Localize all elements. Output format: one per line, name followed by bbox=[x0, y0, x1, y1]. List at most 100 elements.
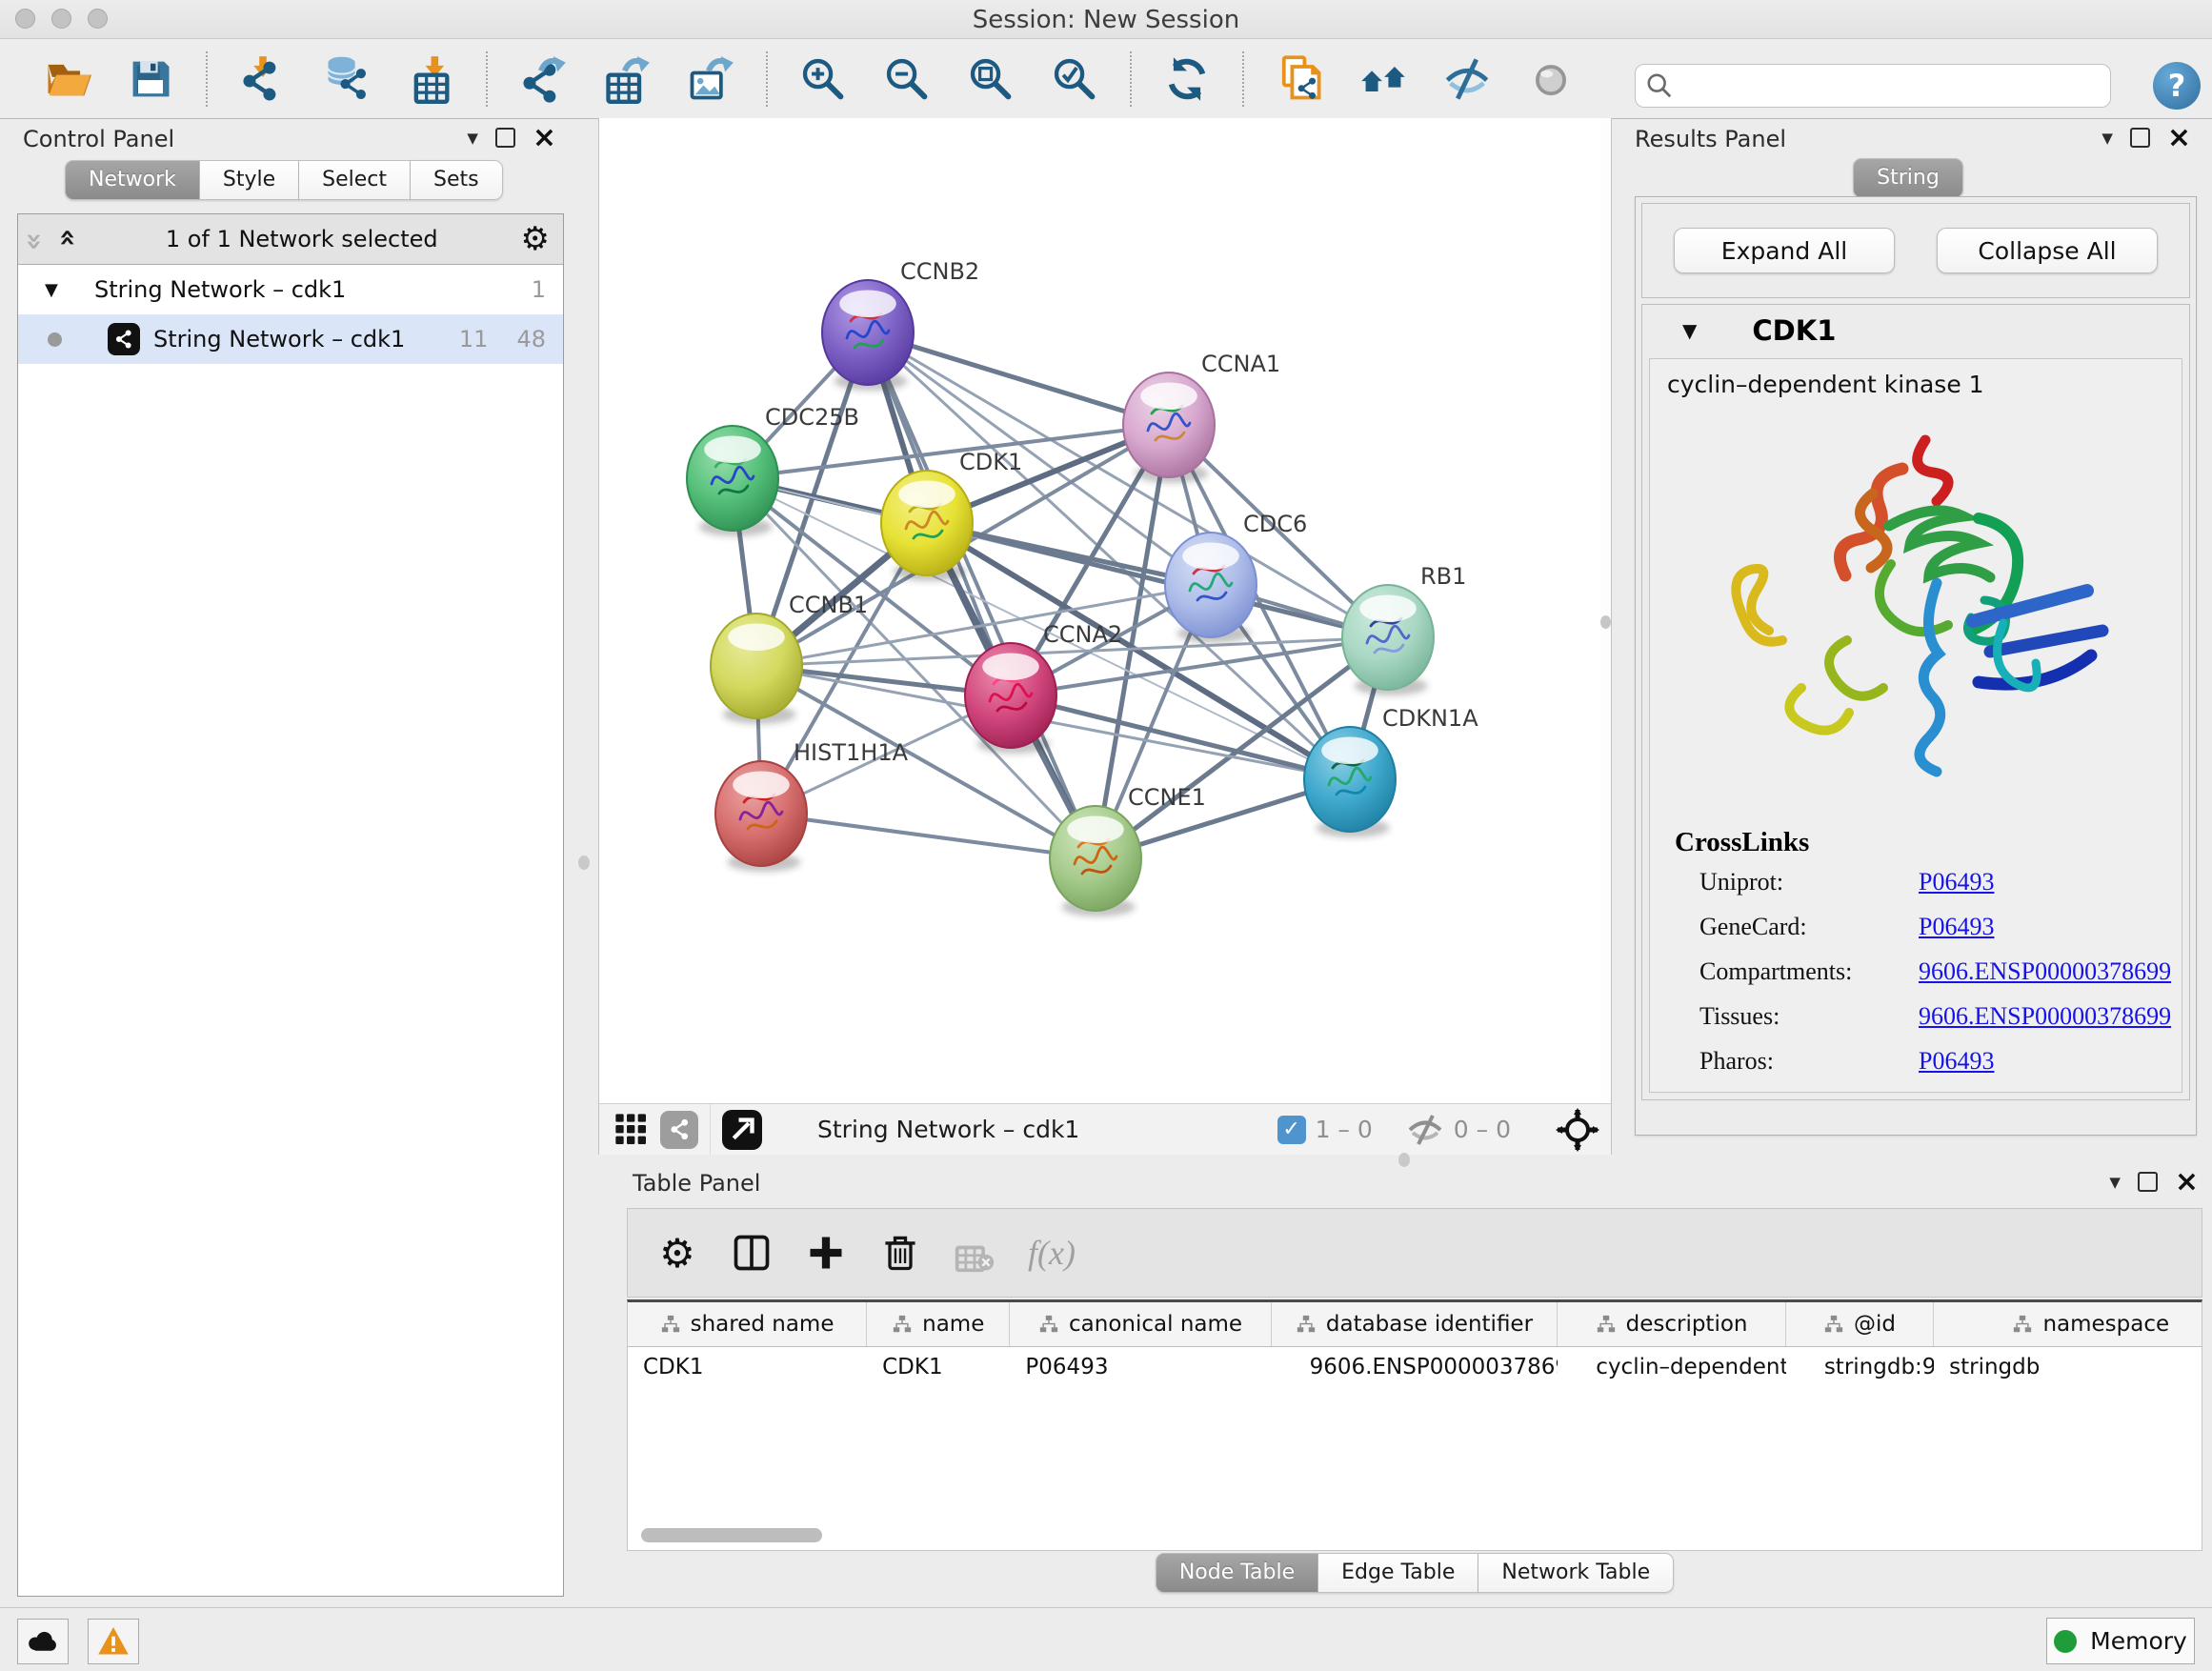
collapse-all-icon[interactable]: » bbox=[18, 223, 51, 255]
network-share-icon[interactable] bbox=[660, 1111, 698, 1149]
column-header-name[interactable]: name bbox=[867, 1302, 1010, 1346]
tab-sets[interactable]: Sets bbox=[411, 160, 503, 200]
collapse-all-button[interactable]: Collapse All bbox=[1937, 228, 2158, 273]
table-cell[interactable]: 9606.ENSP00000378699 bbox=[1272, 1347, 1558, 1391]
splitter-handle[interactable] bbox=[1600, 615, 1611, 629]
table-cell[interactable]: CDK1 bbox=[867, 1347, 1010, 1391]
network-node-CCNB2[interactable]: CCNB2 bbox=[822, 258, 979, 391]
panel-float-icon[interactable] bbox=[2138, 1172, 2158, 1192]
splitter-handle[interactable] bbox=[1398, 1153, 1410, 1167]
horizontal-scrollbar[interactable] bbox=[641, 1528, 822, 1542]
import-network-database-icon[interactable] bbox=[320, 52, 373, 106]
network-edge[interactable] bbox=[927, 523, 1388, 637]
zoom-fit-icon[interactable] bbox=[964, 52, 1017, 106]
network-node-CCNA1[interactable]: CCNA1 bbox=[1123, 351, 1280, 483]
splitter-handle[interactable] bbox=[578, 856, 590, 870]
warning-icon[interactable] bbox=[88, 1619, 139, 1664]
panel-float-icon[interactable] bbox=[2130, 128, 2150, 148]
crosslink-link[interactable]: P06493 bbox=[1919, 913, 1994, 941]
hide-selected-icon[interactable] bbox=[1440, 52, 1494, 106]
chevron-down-icon[interactable]: ▼ bbox=[1682, 319, 1697, 342]
delete-column-icon[interactable] bbox=[875, 1228, 925, 1278]
column-header-description[interactable]: description bbox=[1558, 1302, 1786, 1346]
tab-network-table[interactable]: Network Table bbox=[1478, 1553, 1674, 1593]
network-node-CDK1[interactable]: CDK1 bbox=[881, 449, 1022, 581]
selected-checkbox-icon[interactable]: ✓ bbox=[1277, 1116, 1306, 1144]
zoom-out-icon[interactable] bbox=[880, 52, 934, 106]
table-row[interactable]: CDK1CDK1P064939606.ENSP00000378699cyclin… bbox=[628, 1347, 2202, 1391]
network-node-RB1[interactable]: RB1 bbox=[1342, 563, 1466, 695]
expand-all-icon[interactable]: » bbox=[50, 223, 84, 255]
column-label: canonical name bbox=[1069, 1312, 1242, 1337]
network-tree-item[interactable]: ▼String Network – cdk11 bbox=[18, 265, 563, 314]
node-entry-header[interactable]: ▼ CDK1 bbox=[1642, 305, 2189, 356]
toolbar-separator bbox=[1242, 51, 1244, 107]
save-session-icon[interactable] bbox=[124, 52, 177, 106]
search-input[interactable] bbox=[1635, 64, 2111, 108]
column-header-canonical-name[interactable]: canonical name bbox=[1010, 1302, 1271, 1346]
memory-button[interactable]: Memory bbox=[2046, 1618, 2195, 1664]
network-node-HIST1H1A[interactable]: HIST1H1A bbox=[715, 739, 909, 872]
add-column-icon[interactable] bbox=[801, 1228, 851, 1278]
panel-collapse-icon[interactable]: ▼ bbox=[2109, 1174, 2121, 1191]
zoom-selected-icon[interactable] bbox=[1048, 52, 1101, 106]
crosslink-link[interactable]: P06493 bbox=[1919, 868, 1994, 896]
column-header-shared-name[interactable]: shared name bbox=[628, 1302, 867, 1346]
open-session-icon[interactable] bbox=[40, 52, 93, 106]
hidden-eye-slash-icon[interactable] bbox=[1406, 1114, 1444, 1146]
gear-icon[interactable]: ⚙ bbox=[521, 223, 550, 255]
import-table-file-icon[interactable] bbox=[404, 52, 457, 106]
tab-edge-table[interactable]: Edge Table bbox=[1318, 1553, 1478, 1593]
delete-table-icon[interactable] bbox=[950, 1228, 999, 1278]
birdseye-target-icon[interactable] bbox=[1556, 1108, 1599, 1152]
tab-network[interactable]: Network bbox=[65, 160, 200, 200]
table-cell[interactable]: cyclin–dependent ... bbox=[1558, 1347, 1786, 1391]
gear-icon[interactable]: ⚙ bbox=[653, 1228, 702, 1278]
network-canvas[interactable]: CCNB2CCNA1CDC25BCDK1CDC6RB1CCNB1CCNA2CDK… bbox=[599, 118, 1601, 1103]
network-node-CDC25B[interactable]: CDC25B bbox=[687, 404, 859, 536]
cloud-icon[interactable] bbox=[17, 1619, 69, 1664]
panel-collapse-icon[interactable]: ▼ bbox=[467, 130, 478, 147]
panel-collapse-icon[interactable]: ▼ bbox=[2101, 130, 2113, 147]
help-icon[interactable]: ? bbox=[2153, 62, 2201, 110]
import-network-file-icon[interactable] bbox=[236, 52, 290, 106]
crosslink-link[interactable]: P06493 bbox=[1919, 1047, 1994, 1076]
show-all-icon[interactable] bbox=[1524, 52, 1578, 106]
export-image-icon[interactable] bbox=[684, 52, 737, 106]
chevron-down-icon[interactable]: ▼ bbox=[45, 280, 73, 300]
grid-view-icon[interactable] bbox=[613, 1111, 651, 1149]
panel-close-icon[interactable]: × bbox=[2167, 129, 2191, 148]
refresh-icon[interactable] bbox=[1160, 52, 1214, 106]
network-tree-item[interactable]: String Network – cdk11148 bbox=[18, 314, 563, 364]
network-edge[interactable] bbox=[761, 814, 1096, 858]
network-node-CDKN1A[interactable]: CDKN1A bbox=[1304, 705, 1478, 837]
panel-float-icon[interactable] bbox=[495, 128, 515, 148]
external-link-icon[interactable] bbox=[722, 1110, 762, 1150]
network-node-CCNB1[interactable]: CCNB1 bbox=[711, 592, 868, 724]
column-header-@id[interactable]: @id bbox=[1786, 1302, 1934, 1346]
network-edge[interactable] bbox=[868, 332, 1096, 858]
table-cell[interactable]: stringdb bbox=[1934, 1347, 2202, 1391]
function-builder-icon[interactable]: f(x) bbox=[1028, 1233, 1076, 1273]
crosslink-link[interactable]: 9606.ENSP00000378699 bbox=[1919, 957, 2171, 986]
table-cell[interactable]: P06493 bbox=[1010, 1347, 1271, 1391]
column-header-namespace[interactable]: namespace bbox=[1934, 1302, 2202, 1346]
tab-string[interactable]: String bbox=[1853, 158, 1963, 198]
panel-close-icon[interactable]: × bbox=[2175, 1173, 2199, 1192]
crosslink-link[interactable]: 9606.ENSP00000378699 bbox=[1919, 1002, 2171, 1031]
tab-select[interactable]: Select bbox=[299, 160, 411, 200]
export-table-icon[interactable] bbox=[600, 52, 654, 106]
first-neighbors-icon[interactable] bbox=[1357, 52, 1410, 106]
column-header-database-identifier[interactable]: database identifier bbox=[1272, 1302, 1558, 1346]
table-cell[interactable]: stringdb:9... bbox=[1786, 1347, 1934, 1391]
panel-close-icon[interactable]: × bbox=[533, 129, 556, 148]
zoom-in-icon[interactable] bbox=[796, 52, 850, 106]
network-view-toolbar: String Network – cdk1 ✓ 1 – 0 0 – 0 bbox=[599, 1103, 1611, 1155]
table-cell[interactable]: CDK1 bbox=[628, 1347, 867, 1391]
tab-node-table[interactable]: Node Table bbox=[1156, 1553, 1318, 1593]
export-network-icon[interactable] bbox=[516, 52, 570, 106]
tab-style[interactable]: Style bbox=[200, 160, 299, 200]
expand-all-button[interactable]: Expand All bbox=[1674, 228, 1895, 273]
split-columns-icon[interactable] bbox=[727, 1228, 776, 1278]
clone-network-icon[interactable] bbox=[1273, 52, 1326, 106]
